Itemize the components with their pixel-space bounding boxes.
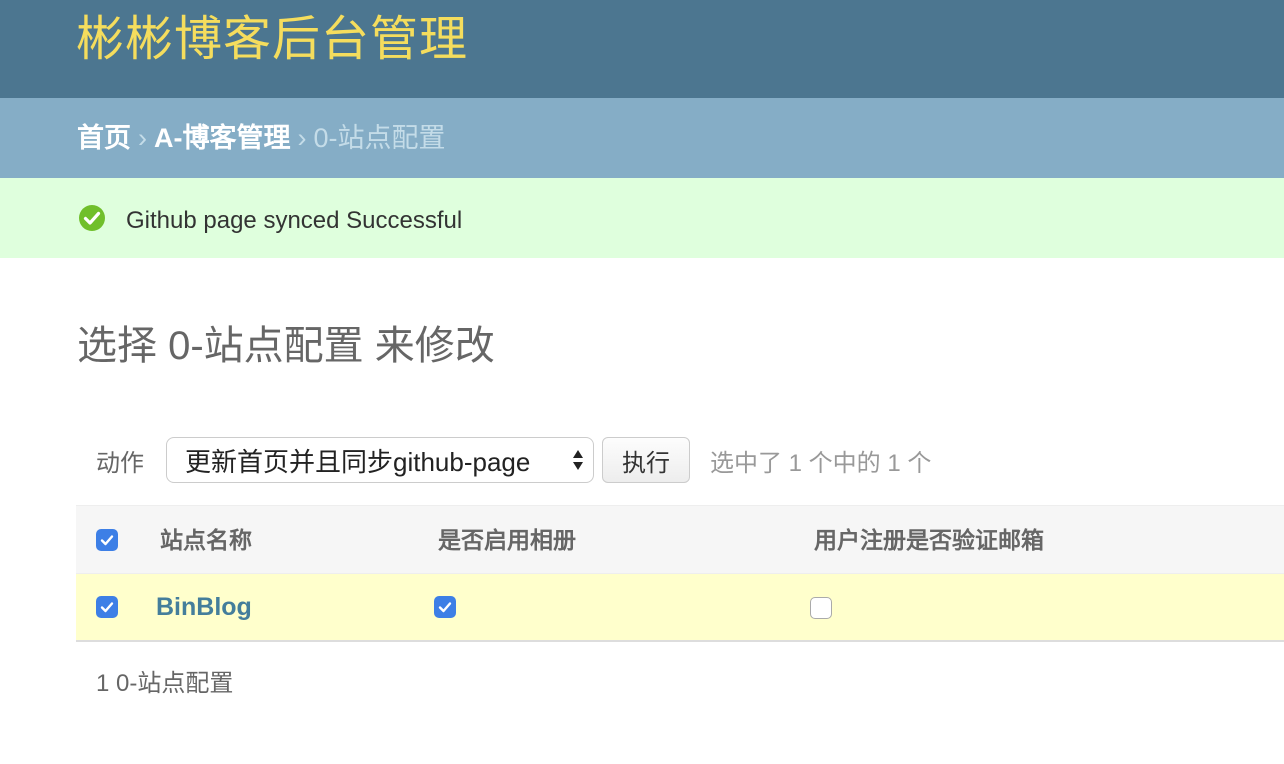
email-verify-checkbox xyxy=(810,597,832,619)
table-header: 站点名称 是否启用相册 用户注册是否验证邮箱 xyxy=(76,505,1284,574)
success-message-text: Github page synced Successful xyxy=(126,206,463,234)
results-table: 站点名称 是否启用相册 用户注册是否验证邮箱 BinBlog xyxy=(76,505,1284,642)
row-select-checkbox[interactable] xyxy=(96,596,118,618)
breadcrumb-current: 0-站点配置 xyxy=(313,123,446,153)
table-row: BinBlog xyxy=(76,574,1284,642)
selection-counter: 选中了 1 个中的 1 个 xyxy=(710,449,932,477)
page-title: 选择 0-站点配置 来修改 xyxy=(77,324,495,368)
action-select[interactable]: 更新首页并且同步github-page xyxy=(166,437,594,483)
breadcrumb: 首页 › A-博客管理 › 0-站点配置 xyxy=(0,98,1284,178)
run-action-button[interactable]: 执行 xyxy=(602,437,690,483)
site-header: 彬彬博客后台管理 xyxy=(0,0,1284,98)
action-label: 动作 xyxy=(96,449,144,477)
breadcrumb-separator: › xyxy=(138,123,147,153)
column-header-album-enabled[interactable]: 是否启用相册 xyxy=(438,526,576,554)
breadcrumb-separator: › xyxy=(297,123,307,153)
site-name-link[interactable]: BinBlog xyxy=(156,591,252,623)
action-select-value: 更新首页并且同步github-page xyxy=(185,446,531,477)
success-message: Github page synced Successful xyxy=(0,178,1284,258)
site-brand[interactable]: 彬彬博客后台管理 xyxy=(76,10,468,70)
breadcrumb-home-link[interactable]: 首页 xyxy=(77,123,131,153)
select-arrows-icon xyxy=(573,450,583,470)
column-header-site-name[interactable]: 站点名称 xyxy=(160,526,252,554)
breadcrumb-app-link[interactable]: A-博客管理 xyxy=(154,123,291,153)
column-header-email-verify[interactable]: 用户注册是否验证邮箱 xyxy=(814,526,1044,554)
select-all-checkbox[interactable] xyxy=(96,529,118,551)
success-check-icon xyxy=(78,204,106,237)
actions-bar: 动作 更新首页并且同步github-page 执行 选中了 1 个中的 1 个 xyxy=(96,436,931,484)
album-enabled-checkbox xyxy=(434,596,456,618)
result-count: 1 0-站点配置 xyxy=(96,670,234,697)
